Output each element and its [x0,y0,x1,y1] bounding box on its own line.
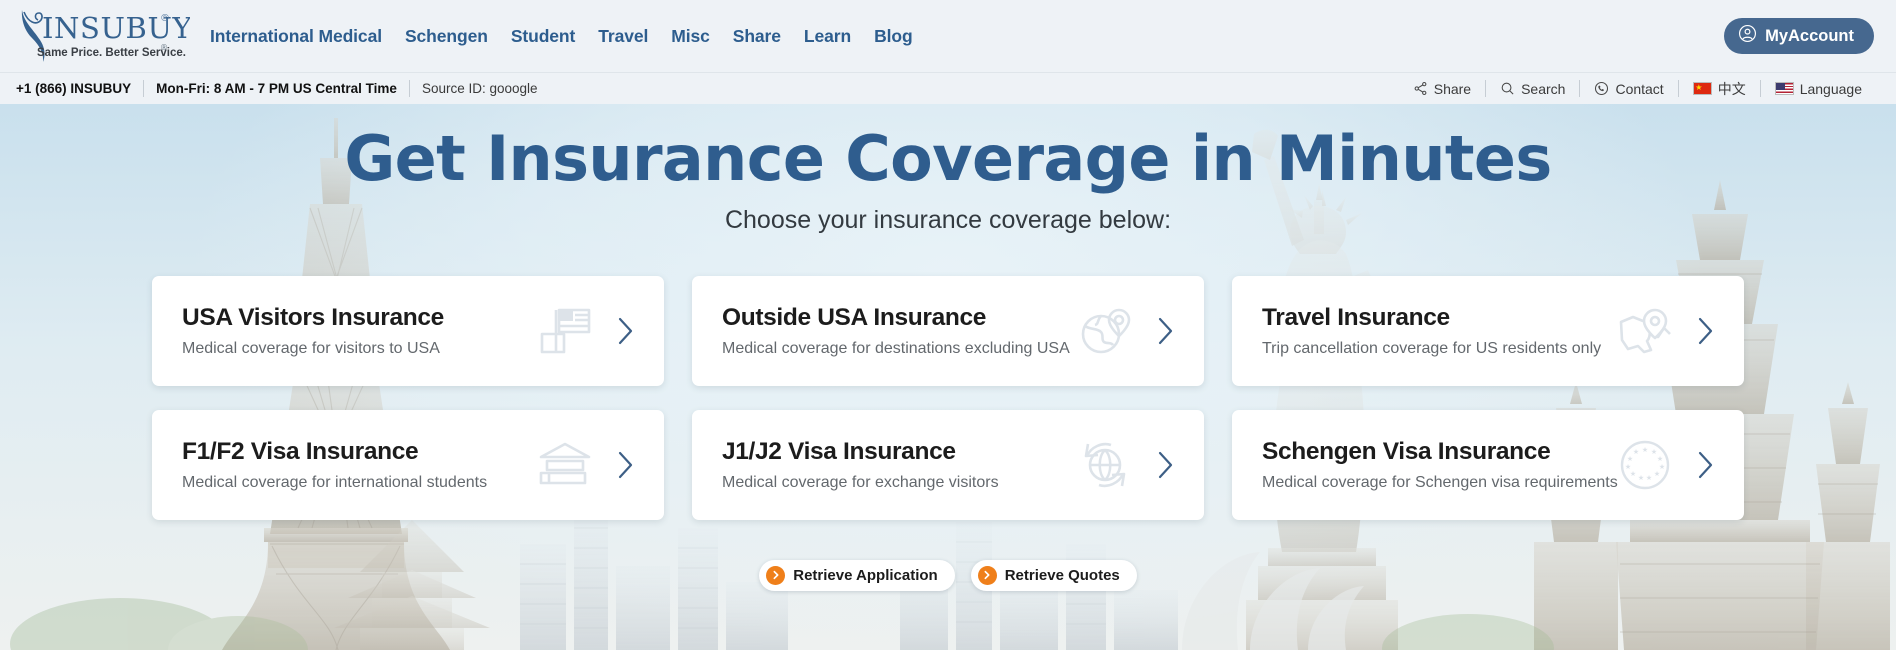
card-title: USA Visitors Insurance [182,303,444,331]
card-text: Travel Insurance Trip cancellation cover… [1262,303,1612,359]
card-description: Medical coverage for exchange visitors [722,473,999,491]
language-label: Language [1799,80,1862,97]
card-text: F1/F2 Visa Insurance Medical coverage fo… [182,437,532,493]
svg-text:★: ★ [1657,455,1663,463]
chevron-right-icon[interactable] [1148,316,1182,346]
svg-text:★: ★ [1633,448,1639,456]
chevron-right-circle-icon [977,565,997,585]
main-nav-links: International Medical Schengen Student T… [210,26,913,47]
hero-content: Get Insurance Coverage in Minutes Choose… [148,104,1748,591]
share-label: Share [1433,80,1472,97]
svg-text:★: ★ [1625,463,1631,471]
card-description: Medical coverage for Schengen visa requi… [1262,473,1618,491]
share-button[interactable]: Share [1399,81,1485,97]
chinese-language-button[interactable]: 中文 [1679,79,1760,99]
source-id: Source ID: gooogle [421,81,538,96]
share-nodes-icon [1413,81,1428,96]
nav-item-schengen[interactable]: Schengen [405,26,488,47]
chevron-right-circle-icon [766,565,786,585]
card-description: Trip cancellation coverage for US reside… [1262,339,1602,357]
card-schengen-visa-insurance[interactable]: Schengen Visa Insurance Medical coverage… [1232,409,1744,520]
svg-text:★: ★ [1642,446,1648,454]
card-text: USA Visitors Insurance Medical coverage … [182,303,532,359]
top-navigation-bar: INSUBUY ® Same Price. Better Service. ® … [0,0,1896,72]
logo-mark-icon: INSUBUY ® Same Price. Better Service. ® [21,10,190,62]
card-title: Schengen Visa Insurance [1262,437,1551,465]
utility-bar: +1 (866) INSUBUY Mon-Fri: 8 AM - 7 PM US… [0,72,1896,104]
retrieve-application-label: Retrieve Application [793,566,938,584]
insurance-card-grid: USA Visitors Insurance Medical coverage … [148,275,1748,520]
card-j1-j2-visa-insurance[interactable]: J1/J2 Visa Insurance Medical coverage fo… [692,409,1204,520]
globe-exchange-icon [1072,434,1138,496]
user-circle-icon [1738,24,1757,48]
card-text: Schengen Visa Insurance Medical coverage… [1262,437,1618,493]
page-root: INSUBUY ® Same Price. Better Service. ® … [0,0,1896,650]
chevron-right-icon[interactable] [1688,450,1722,480]
chevron-right-icon[interactable] [608,450,642,480]
utility-bar-right: Share Search Contact ★ 中文 Language [1399,79,1876,99]
phone-number[interactable]: +1 (866) INSUBUY [4,81,143,96]
svg-text:★: ★ [1638,474,1644,482]
retrieve-actions: Retrieve Application Retrieve Quotes [148,559,1748,591]
my-account-label: MyAccount [1765,26,1854,45]
nav-item-learn[interactable]: Learn [804,26,851,47]
card-description: Medical coverage for international stude… [182,473,488,491]
card-description: Medical coverage for visitors to USA [182,339,440,357]
svg-text:®: ® [160,13,170,24]
card-usa-visitors-insurance[interactable]: USA Visitors Insurance Medical coverage … [152,275,664,386]
chevron-right-icon[interactable] [1688,316,1722,346]
magnifier-icon [1500,81,1515,96]
svg-text:★: ★ [1627,455,1633,463]
page-subtitle: Choose your insurance coverage below: [724,205,1172,234]
retrieve-quotes-button[interactable]: Retrieve Quotes [970,559,1137,591]
utility-bar-left: +1 (866) INSUBUY Mon-Fri: 8 AM - 7 PM US… [4,80,550,97]
card-f1-f2-visa-insurance[interactable]: F1/F2 Visa Insurance Medical coverage fo… [152,409,664,520]
nav-item-travel[interactable]: Travel [598,26,648,47]
card-text: J1/J2 Visa Insurance Medical coverage fo… [722,437,1072,493]
card-text: Outside USA Insurance Medical coverage f… [722,303,1072,359]
globe-pin-icon [1072,300,1138,362]
search-button[interactable]: Search [1486,81,1579,97]
card-outside-usa-insurance[interactable]: Outside USA Insurance Medical coverage f… [692,275,1204,386]
flag-us-icon [1774,82,1794,95]
card-title: F1/F2 Visa Insurance [182,437,419,465]
svg-text:®: ® [160,43,168,52]
contact-button[interactable]: Contact [1580,81,1677,97]
chevron-right-icon[interactable] [608,316,642,346]
language-button[interactable]: Language [1761,81,1876,97]
svg-text:★: ★ [1646,474,1652,482]
flag-cn-icon [1692,82,1712,95]
search-label: Search [1521,80,1566,97]
nav-item-international-medical[interactable]: International Medical [210,26,382,47]
usa-map-pin-icon [1612,300,1678,362]
nav-item-blog[interactable]: Blog [874,26,913,47]
card-title: Travel Insurance [1262,303,1450,331]
chinese-label: 中文 [1717,80,1746,97]
nav-item-share[interactable]: Share [733,26,781,47]
retrieve-application-button[interactable]: Retrieve Application [759,559,955,591]
hero-section: Get Insurance Coverage in Minutes Choose… [0,104,1896,650]
nav-item-student[interactable]: Student [511,26,576,47]
svg-text:★: ★ [1630,470,1636,478]
insubuy-logo[interactable]: INSUBUY ® Same Price. Better Service. ® [10,0,196,72]
retrieve-quotes-label: Retrieve Quotes [1004,566,1120,584]
card-title: Outside USA Insurance [722,303,987,331]
graduation-books-icon [532,434,598,496]
phone-circle-icon [1594,81,1609,96]
nav-item-misc[interactable]: Misc [671,26,710,47]
card-travel-insurance[interactable]: Travel Insurance Trip cancellation cover… [1232,275,1744,386]
card-description: Medical coverage for destinations exclud… [722,339,1070,357]
my-account-button[interactable]: MyAccount [1724,18,1874,54]
contact-label: Contact [1615,80,1664,97]
svg-text:★: ★ [1654,470,1660,478]
page-title: Get Insurance Coverage in Minutes [344,122,1552,195]
flag-document-icon [532,300,598,362]
business-hours: Mon-Fri: 8 AM - 7 PM US Central Time [156,81,397,96]
chevron-right-icon[interactable] [1148,450,1182,480]
card-title: J1/J2 Visa Insurance [722,437,956,465]
eu-stars-icon: ★ ★ ★ ★ ★ ★ ★ ★ ★ ★ ★ [1612,434,1678,496]
